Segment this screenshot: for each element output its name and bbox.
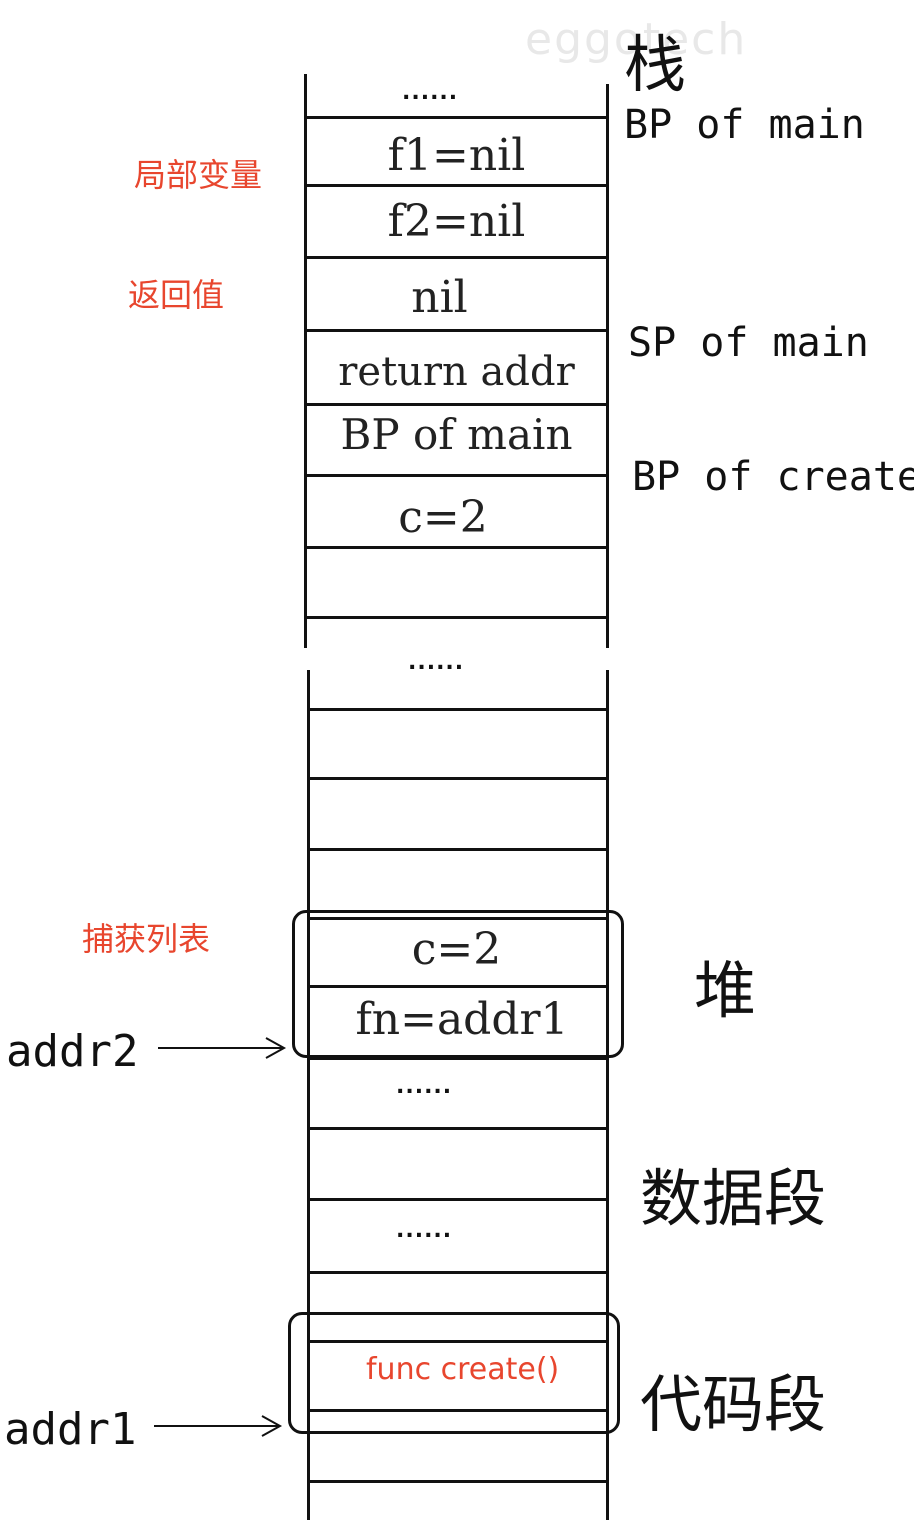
- data-segment-dots: ......: [396, 1218, 453, 1243]
- heap-cell-fn: fn=addr1: [355, 994, 569, 1045]
- label-bp-of-main: BP of main: [624, 102, 865, 148]
- row-divider: [304, 403, 609, 406]
- heap-label: 堆: [694, 954, 757, 1027]
- row-divider: [307, 777, 609, 780]
- stack-cell-f2: f2=nil: [387, 196, 526, 247]
- row-divider: [304, 546, 609, 549]
- stack-cell-return-value: nil: [411, 272, 468, 323]
- stack-cell-return-addr: return addr: [338, 349, 575, 395]
- label-sp-of-main: SP of main: [628, 320, 869, 366]
- row-divider: [307, 1480, 609, 1483]
- stack-top-dots: ......: [402, 80, 459, 105]
- pointer-addr2: addr2: [6, 1026, 139, 1077]
- arrow-addr2: [158, 1037, 287, 1059]
- annotation-capture-list: 捕获列表: [82, 920, 211, 958]
- row-divider: [307, 1271, 609, 1274]
- arrow-addr1: [154, 1415, 283, 1437]
- row-divider: [304, 616, 609, 619]
- label-bp-of-create: BP of create: [632, 454, 914, 500]
- stack-cell-bp-main: BP of main: [340, 410, 573, 459]
- annotation-return-value: 返回值: [128, 276, 225, 314]
- row-divider: [307, 1198, 609, 1201]
- row-divider: [304, 116, 609, 119]
- row-divider: [304, 474, 609, 477]
- stack-cell-f1: f1=nil: [387, 130, 526, 181]
- row-divider: [307, 848, 609, 851]
- row-divider: [307, 1127, 609, 1130]
- stack-cell-c: c=2: [398, 492, 488, 543]
- code-segment-label: 代码段: [640, 1368, 827, 1441]
- stack-heading: 栈: [624, 28, 687, 101]
- stack-middle-dots: ......: [408, 650, 465, 675]
- heap-cell-c: c=2: [411, 924, 502, 975]
- pointer-addr1: addr1: [4, 1404, 137, 1455]
- heap-dots: ......: [396, 1074, 453, 1099]
- row-divider: [304, 329, 609, 332]
- row-divider: [307, 708, 609, 711]
- stack-right-rail: [606, 84, 609, 652]
- row-divider: [304, 256, 609, 259]
- annotation-func-create: func create(): [366, 1352, 560, 1387]
- annotation-local-vars: 局部变量: [134, 156, 263, 194]
- row-divider: [304, 184, 609, 187]
- data-segment-label: 数据段: [640, 1162, 827, 1235]
